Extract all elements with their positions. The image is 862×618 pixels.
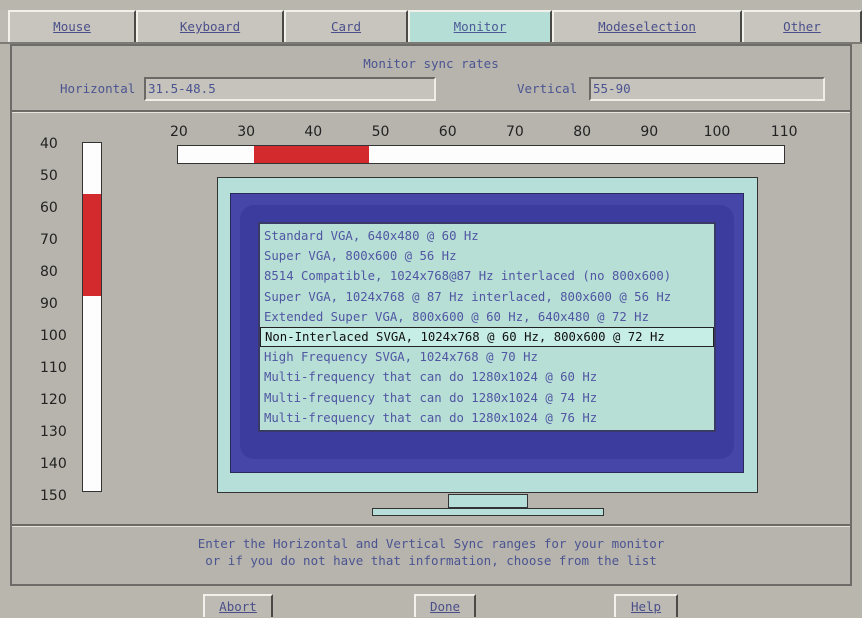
help-text-line-1: Enter the Horizontal and Vertical Sync r… [197, 536, 665, 551]
horizontal-tick-label: 50 [371, 124, 390, 140]
horizontal-tick-label: 100 [703, 124, 731, 140]
vertical-tick-label: 150 [40, 488, 67, 504]
section-title: Monitor sync rates [363, 56, 499, 71]
vertical-tick-label: 50 [40, 168, 58, 184]
monitor-mode-item[interactable]: High Frequency SVGA, 1024x768 @ 70 Hz [260, 347, 714, 367]
vertical-tick-label: 90 [40, 296, 58, 312]
monitor-stand-neck [448, 494, 528, 508]
tab-keyboard[interactable]: Keyboard [136, 10, 284, 42]
horizontal-tick-label: 20 [170, 124, 188, 140]
monitor-mode-list[interactable]: Standard VGA, 640x480 @ 60 Hz Super VGA, … [258, 222, 716, 432]
tab-mouse[interactable]: Mouse [8, 10, 136, 42]
monitor-mode-item[interactable]: 8514 Compatible, 1024x768@87 Hz interlac… [260, 266, 714, 286]
horizontal-sync-input[interactable]: 31.5-48.5 [144, 77, 436, 101]
vertical-tick-label: 40 [40, 136, 58, 152]
divider-bottom [12, 524, 850, 527]
tab-card[interactable]: Card [284, 10, 408, 42]
vertical-tick-label: 70 [40, 232, 58, 248]
vertical-tick-label: 140 [40, 456, 67, 472]
monitor-mode-item[interactable]: Multi-frequency that can do 1280x1024 @ … [260, 367, 714, 387]
vertical-tick-label: 110 [40, 360, 67, 376]
horizontal-range-fill [254, 146, 369, 163]
horizontal-tick-label: 90 [640, 124, 659, 140]
horizontal-tick-label: 30 [237, 124, 256, 140]
vertical-tick-label: 130 [40, 424, 67, 440]
horizontal-tick-label: 60 [438, 124, 457, 140]
monitor-mode-item[interactable]: Super VGA, 800x600 @ 56 Hz [260, 246, 714, 266]
monitor-stand-base [372, 508, 604, 516]
monitor-mode-item[interactable]: Extended Super VGA, 800x600 @ 60 Hz, 640… [260, 307, 714, 327]
monitor-mode-item[interactable]: Super VGA, 1024x768 @ 87 Hz interlaced, … [260, 287, 714, 307]
horizontal-tick-label: 40 [304, 124, 323, 140]
vertical-sync-input[interactable]: 55-90 [589, 77, 825, 101]
vertical-tick-label: 60 [40, 200, 58, 216]
done-button[interactable]: Done [414, 594, 476, 617]
tab-monitor[interactable]: Monitor [408, 10, 552, 42]
monitor-mode-item[interactable]: Multi-frequency that can do 1280x1024 @ … [260, 388, 714, 408]
horizontal-range-bar[interactable] [177, 145, 785, 164]
vertical-label: Vertical [517, 81, 578, 96]
monitor-mode-item-selected[interactable]: Non-Interlaced SVGA, 1024x768 @ 60 Hz, 8… [260, 326, 714, 348]
divider [12, 110, 850, 113]
horizontal-label: Horizontal [60, 81, 136, 96]
tab-modeselection[interactable]: Modeselection [552, 10, 742, 42]
monitor-mode-item[interactable]: Standard VGA, 640x480 @ 60 Hz [260, 226, 714, 246]
help-text-line-2: or if you do not have that information, … [205, 553, 657, 568]
horizontal-tick-label: 110 [770, 124, 798, 140]
vertical-tick-label: 120 [40, 392, 67, 408]
vertical-tick-label: 100 [40, 328, 67, 344]
abort-button[interactable]: Abort [203, 594, 273, 617]
tab-other[interactable]: Other [742, 10, 862, 42]
vertical-tick-label: 80 [40, 264, 58, 280]
horizontal-tick-label: 80 [573, 124, 592, 140]
vertical-range-bar[interactable] [82, 142, 102, 492]
monitor-mode-item[interactable]: Multi-frequency that can do 1280x1024 @ … [260, 408, 714, 428]
horizontal-tick-label: 70 [506, 124, 524, 140]
vertical-range-fill [83, 193, 101, 296]
help-button[interactable]: Help [614, 594, 678, 617]
